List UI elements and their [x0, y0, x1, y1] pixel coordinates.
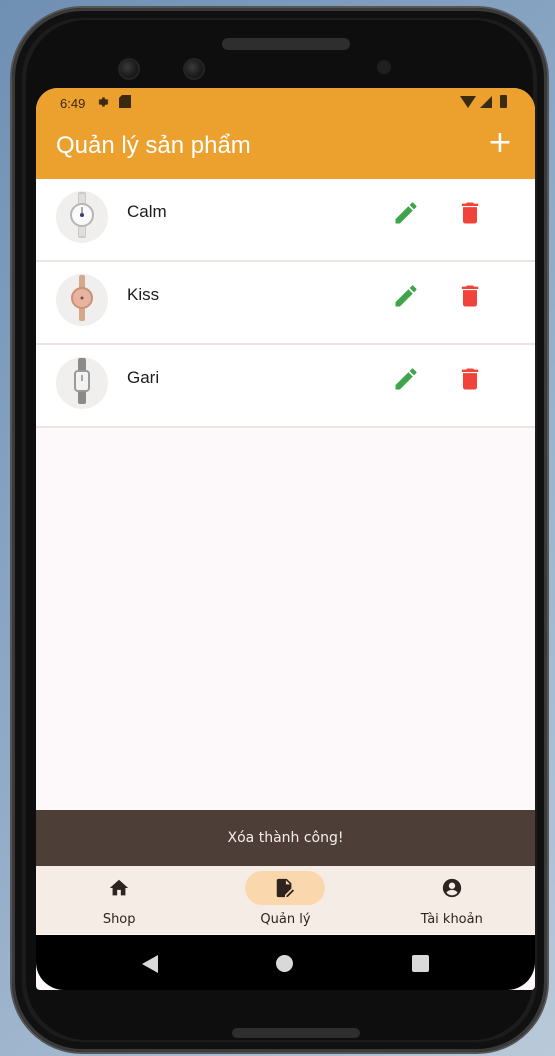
nav-label: Tài khoản — [420, 912, 483, 927]
delete-button[interactable] — [456, 365, 484, 393]
home-icon — [108, 877, 130, 899]
account-circle-icon — [441, 877, 463, 899]
home-button-icon[interactable] — [276, 955, 293, 972]
battery-icon — [500, 95, 507, 108]
add-product-button[interactable]: + — [483, 126, 517, 160]
app-bar: 6:49 Quản lý sản phẩm + — [36, 88, 535, 179]
nav-label: Shop — [102, 912, 136, 927]
status-bar: 6:49 — [36, 88, 535, 118]
trash-icon — [456, 202, 484, 231]
status-time: 6:49 — [60, 95, 86, 111]
app-screen: 6:49 Quản lý sản phẩm + Calm Kiss Gari X… — [36, 88, 535, 990]
nav-item-manage[interactable]: Quản lý — [202, 866, 368, 934]
delete-button[interactable] — [456, 199, 484, 227]
product-name: Calm — [127, 202, 167, 221]
proximity-sensor — [377, 60, 391, 74]
product-name: Kiss — [127, 285, 160, 304]
trash-icon — [456, 368, 484, 397]
product-row: Gari — [36, 345, 535, 428]
sd-card-icon — [119, 95, 132, 111]
product-thumbnail — [56, 274, 108, 326]
delete-button[interactable] — [456, 282, 484, 310]
status-right-icons — [460, 95, 507, 108]
gear-icon — [95, 95, 109, 112]
earpiece-speaker — [222, 38, 350, 50]
product-thumbnail — [56, 357, 108, 409]
back-icon[interactable] — [142, 955, 158, 973]
watch-silver-icon — [67, 192, 97, 242]
watch-rose-gold-icon — [67, 275, 97, 325]
wifi-icon — [460, 95, 476, 108]
edit-button[interactable] — [392, 199, 420, 227]
bottom-speaker — [232, 1028, 360, 1038]
bottom-navigation: Shop Quản lý Tài khoản — [36, 866, 535, 934]
nav-item-account[interactable]: Tài khoản — [369, 866, 535, 934]
edit-button[interactable] — [392, 365, 420, 393]
product-thumbnail — [56, 191, 108, 243]
product-row: Kiss — [36, 262, 535, 345]
trash-icon — [456, 285, 484, 314]
product-name: Gari — [127, 368, 160, 387]
recents-icon[interactable] — [412, 955, 429, 972]
nav-label: Quản lý — [260, 912, 311, 927]
edit-note-icon — [274, 877, 296, 899]
pencil-icon — [392, 202, 420, 231]
front-camera-secondary-icon — [183, 58, 205, 80]
front-camera-icon — [118, 58, 140, 80]
watch-square-icon — [67, 358, 97, 408]
system-navigation-bar — [36, 935, 535, 990]
nav-item-shop[interactable]: Shop — [36, 866, 202, 934]
product-list: Calm Kiss Gari — [36, 179, 535, 428]
signal-icon — [480, 95, 492, 108]
page-title: Quản lý sản phẩm — [56, 132, 251, 159]
pencil-icon — [392, 285, 420, 314]
product-row: Calm — [36, 179, 535, 262]
edit-button[interactable] — [392, 282, 420, 310]
snackbar-message: Xóa thành công! — [36, 810, 535, 866]
pencil-icon — [392, 368, 420, 397]
